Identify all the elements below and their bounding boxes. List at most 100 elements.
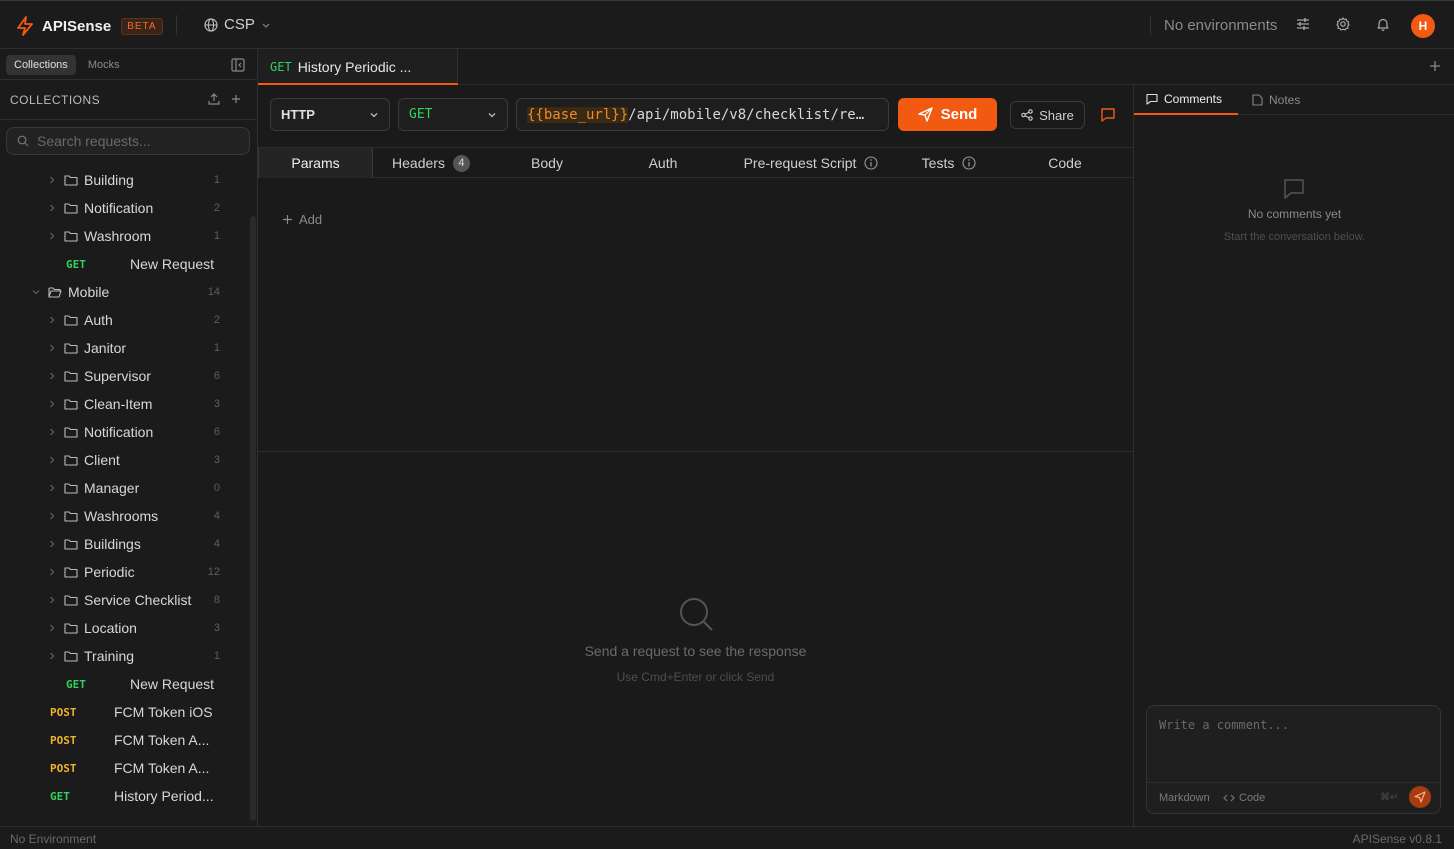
comment-icon	[1146, 93, 1158, 105]
folder-count: 12	[207, 566, 220, 578]
share-label: Share	[1039, 107, 1074, 123]
plus-icon[interactable]	[230, 93, 242, 105]
upload-icon[interactable]	[208, 93, 220, 105]
request-name: New Request	[130, 256, 215, 272]
chevron-down-icon[interactable]	[30, 288, 42, 296]
tab-tests[interactable]: Tests	[901, 148, 997, 178]
chevron-right-icon[interactable]	[46, 596, 58, 604]
folder-item[interactable]: Janitor 1	[0, 334, 250, 362]
bell-icon[interactable]	[1376, 17, 1390, 31]
code-toggle-label: Code	[1239, 792, 1266, 804]
new-tab-plus-icon[interactable]	[1428, 59, 1442, 73]
comment-icon[interactable]	[1100, 107, 1116, 123]
gear-icon[interactable]	[1336, 17, 1350, 31]
folder-item[interactable]: Mobile 14	[0, 278, 250, 306]
chevron-right-icon[interactable]	[46, 316, 58, 324]
folder-name: Manager	[84, 480, 140, 496]
sliders-icon[interactable]	[1296, 17, 1310, 31]
folder-item[interactable]: Notification 2	[0, 194, 250, 222]
code-toggle[interactable]: Code	[1223, 792, 1265, 804]
folder-count: 8	[213, 594, 220, 606]
folder-item[interactable]: Client 3	[0, 446, 250, 474]
method-select[interactable]: GET	[398, 98, 508, 131]
tab-auth[interactable]: Auth	[605, 148, 721, 178]
chevron-right-icon[interactable]	[46, 652, 58, 660]
request-item[interactable]: GET New Request	[0, 250, 250, 278]
request-item[interactable]: POST FCM Token iOS	[0, 698, 250, 726]
folder-item[interactable]: Washrooms 4	[0, 502, 250, 530]
sidebar-scrollbar[interactable]	[250, 216, 256, 821]
chevron-right-icon[interactable]	[46, 428, 58, 436]
chevron-right-icon[interactable]	[46, 344, 58, 352]
tab-code[interactable]: Code	[997, 148, 1133, 178]
folder-item[interactable]: Supervisor 6	[0, 362, 250, 390]
folder-item[interactable]: Washroom 1	[0, 222, 250, 250]
folder-item[interactable]: Building 1	[0, 166, 250, 194]
comments-tabs: Comments Notes	[1134, 85, 1454, 115]
chevron-right-icon[interactable]	[46, 456, 58, 464]
tab-body[interactable]: Body	[489, 148, 605, 178]
environment-selector[interactable]: No environments	[1164, 17, 1277, 34]
send-button[interactable]: Send	[898, 98, 997, 131]
markdown-toggle[interactable]: Markdown	[1159, 792, 1210, 804]
search-input[interactable]	[37, 133, 237, 149]
tab-pre-request-script[interactable]: Pre-request Script	[721, 148, 901, 178]
status-environment[interactable]: No Environment	[10, 832, 96, 846]
folder-item[interactable]: Location 3	[0, 614, 250, 642]
divider	[0, 119, 258, 120]
folder-count: 1	[213, 230, 220, 242]
request-bar: HTTP GET {{base_url}}/api/mobile/v8/chec…	[258, 85, 1133, 147]
tab-mocks[interactable]: Mocks	[80, 55, 128, 75]
document-icon	[1252, 94, 1263, 106]
chevron-right-icon[interactable]	[46, 372, 58, 380]
tab-notes[interactable]: Notes	[1240, 85, 1312, 115]
chevron-right-icon[interactable]	[46, 176, 58, 184]
folder-count: 0	[213, 482, 220, 494]
request-tab-name: History Periodic ...	[297, 58, 412, 75]
tab-params[interactable]: Params	[258, 148, 373, 178]
send-comment-button[interactable]	[1409, 786, 1431, 808]
chevron-right-icon[interactable]	[46, 624, 58, 632]
chevron-right-icon[interactable]	[46, 232, 58, 240]
url-variable: {{base_url}}	[527, 106, 629, 123]
request-item[interactable]: GET History Period...	[0, 782, 250, 810]
tab-headers[interactable]: Headers 4	[373, 148, 489, 178]
request-tab[interactable]: GET History Periodic ...	[258, 49, 458, 85]
response-hint: Use Cmd+Enter or click Send	[616, 670, 775, 684]
folder-item[interactable]: Clean-Item 3	[0, 390, 250, 418]
lightning-icon	[16, 16, 34, 36]
folder-icon	[64, 230, 78, 242]
chevron-right-icon[interactable]	[46, 568, 58, 576]
tab-comments[interactable]: Comments	[1134, 85, 1238, 115]
chevron-right-icon[interactable]	[46, 512, 58, 520]
chevron-right-icon[interactable]	[46, 484, 58, 492]
add-param-button[interactable]: Add	[282, 212, 322, 227]
folder-item[interactable]: Training 1	[0, 642, 250, 670]
workspace-selector[interactable]: CSP	[204, 16, 271, 33]
request-item[interactable]: GET New Request	[0, 670, 250, 698]
request-item[interactable]: POST FCM Token A...	[0, 754, 250, 782]
share-button[interactable]: Share	[1010, 101, 1085, 129]
folder-name: Auth	[84, 312, 113, 328]
comment-input[interactable]	[1159, 718, 1429, 768]
folder-item[interactable]: Notification 6	[0, 418, 250, 446]
collapse-sidebar-icon[interactable]	[231, 58, 245, 72]
chevron-right-icon[interactable]	[46, 204, 58, 212]
request-item[interactable]: POST FCM Token A...	[0, 726, 250, 754]
collections-heading: COLLECTIONS	[10, 93, 101, 107]
folder-item[interactable]: Manager 0	[0, 474, 250, 502]
folder-item[interactable]: Auth 2	[0, 306, 250, 334]
folder-item[interactable]: Periodic 12	[0, 558, 250, 586]
folder-item[interactable]: Buildings 4	[0, 530, 250, 558]
app-logo[interactable]: APISense BETA	[16, 16, 163, 36]
folder-item[interactable]: Service Checklist 8	[0, 586, 250, 614]
url-input[interactable]: {{base_url}}/api/mobile/v8/checklist/re…	[516, 98, 889, 131]
chevron-right-icon[interactable]	[46, 540, 58, 548]
top-bar: APISense BETA CSP No environments H	[0, 0, 1454, 49]
tab-collections[interactable]: Collections	[6, 55, 76, 75]
folder-icon	[64, 426, 78, 438]
add-param-label: Add	[299, 212, 323, 227]
protocol-select[interactable]: HTTP	[270, 98, 390, 131]
avatar[interactable]: H	[1411, 14, 1435, 38]
chevron-right-icon[interactable]	[46, 400, 58, 408]
